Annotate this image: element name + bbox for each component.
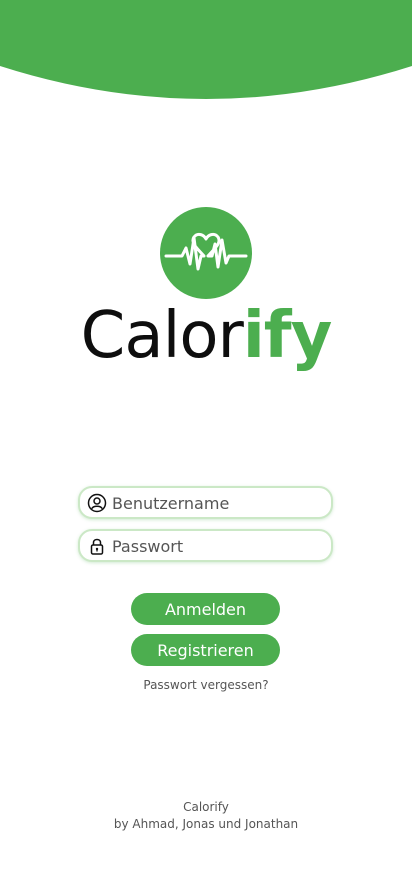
lock-icon — [90, 538, 104, 555]
user-icon — [87, 493, 107, 513]
heartbeat-heart-icon — [164, 232, 248, 271]
brand-wordmark: Calorify — [0, 296, 412, 376]
brand-text-ify: ify — [242, 299, 332, 373]
header-wave — [0, 0, 412, 99]
login-button[interactable]: Anmelden — [131, 593, 280, 625]
logo-badge — [160, 207, 252, 299]
username-input[interactable] — [112, 491, 324, 515]
register-button[interactable]: Registrieren — [131, 634, 280, 666]
footer-title: Calorify — [183, 800, 229, 814]
password-input[interactable] — [112, 534, 324, 558]
footer-subtitle: by Ahmad, Jonas und Jonathan — [113, 817, 299, 831]
forgot-password-link[interactable]: Passwort vergessen? — [0, 678, 412, 692]
username-field[interactable] — [78, 486, 333, 519]
password-field[interactable] — [78, 529, 333, 562]
brand-text-calor: Calor — [80, 299, 244, 373]
